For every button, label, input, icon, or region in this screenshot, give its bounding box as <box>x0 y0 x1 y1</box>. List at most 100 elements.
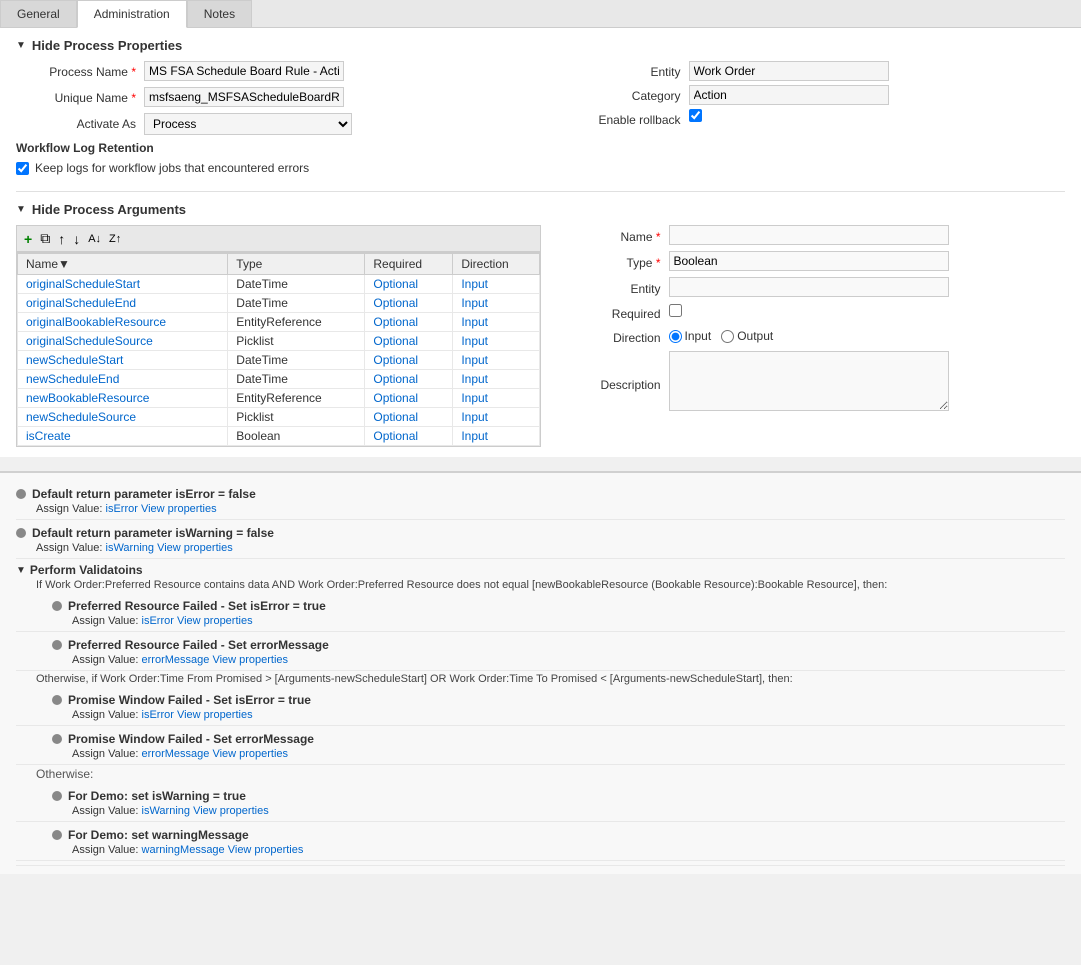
step-main-pref-errmsg: Preferred Resource Failed - Set errorMes… <box>52 636 1065 654</box>
enable-rollback-checkbox[interactable] <box>689 109 702 122</box>
table-row[interactable]: newBookableResource EntityReference Opti… <box>18 389 540 408</box>
view-props-demo-iswarning[interactable]: View properties <box>193 805 269 817</box>
step-row-promise-iserror: Promise Window Failed - Set isError = tr… <box>16 687 1065 726</box>
arg-required-cell: Optional <box>365 313 453 332</box>
arg-name-input[interactable] <box>669 225 949 245</box>
step-sub-iserror: Assign Value: isError View properties <box>16 503 1065 515</box>
arguments-right: Name * Type * Entity Requir <box>541 225 1066 447</box>
tab-bar: General Administration Notes <box>0 0 1081 28</box>
step-main-iswarning: Default return parameter isWarning = fal… <box>16 524 1065 542</box>
arg-direction-cell: Input <box>453 313 539 332</box>
arg-name-link[interactable]: newBookableResource <box>26 391 149 405</box>
view-props-iswarning[interactable]: View properties <box>157 542 233 554</box>
step-sub-pref-iserror: Assign Value: isError View properties <box>52 615 1065 627</box>
table-row[interactable]: newScheduleStart DateTime Optional Input <box>18 351 540 370</box>
workflow-log-label: Workflow Log Retention <box>16 141 541 155</box>
move-up-button[interactable]: ↑ <box>55 229 68 249</box>
arg-direction-output-radio[interactable] <box>721 330 734 343</box>
collapse-arrow-properties: ▼ <box>16 40 26 51</box>
tab-notes[interactable]: Notes <box>187 0 252 27</box>
arg-entity-wrapper <box>669 277 1066 297</box>
arg-type-cell: DateTime <box>228 351 365 370</box>
group-arrow-validations: ▼ <box>16 565 26 576</box>
tab-general[interactable]: General <box>0 0 77 27</box>
table-row[interactable]: originalBookableResource EntityReference… <box>18 313 540 332</box>
arguments-body: + ⧉ ↑ ↓ A↓ Z↑ Name▼ Type Required <box>16 225 1065 447</box>
step-dot-promise-errmsg <box>52 734 62 744</box>
col-name[interactable]: Name▼ <box>18 254 228 275</box>
view-props-pref-errmsg[interactable]: View properties <box>212 654 288 666</box>
step-row-pref-iserror: Preferred Resource Failed - Set isError … <box>16 593 1065 632</box>
arg-required-cell: Optional <box>365 351 453 370</box>
step-main-demo-iswarning: For Demo: set isWarning = true <box>52 787 1065 805</box>
tab-administration[interactable]: Administration <box>77 0 187 28</box>
arg-name-link[interactable]: newScheduleStart <box>26 353 123 367</box>
arg-name-link[interactable]: newScheduleSource <box>26 410 136 424</box>
step-dot-demo-warnmsg <box>52 830 62 840</box>
assign-label-iserror: Assign Value: <box>36 503 106 515</box>
view-props-promise-iserror[interactable]: View properties <box>177 709 253 721</box>
category-input[interactable] <box>689 85 889 105</box>
table-row[interactable]: originalScheduleStart DateTime Optional … <box>18 275 540 294</box>
step-main-iserror: Default return parameter isError = false <box>16 485 1065 503</box>
arg-direction-input-radio[interactable] <box>669 330 682 343</box>
arg-direction-cell: Input <box>453 427 539 446</box>
col-required: Required <box>365 254 453 275</box>
process-name-input[interactable] <box>144 61 344 81</box>
table-row[interactable]: newScheduleSource Picklist Optional Inpu… <box>18 408 540 427</box>
add-argument-button[interactable]: + <box>21 229 35 249</box>
arg-required-wrapper <box>669 304 1066 320</box>
col-type: Type <box>228 254 365 275</box>
process-properties-header[interactable]: ▼ Hide Process Properties <box>16 38 1065 53</box>
arg-type-cell: Boolean <box>228 427 365 446</box>
workflow-log-checkbox[interactable] <box>16 162 29 175</box>
table-row[interactable]: originalScheduleEnd DateTime Optional In… <box>18 294 540 313</box>
arg-name-link[interactable]: originalBookableResource <box>26 315 166 329</box>
entity-label: Entity <box>561 61 681 81</box>
step-sub-demo-warnmsg: Assign Value: warningMessage View proper… <box>52 844 1065 856</box>
arg-form: Name * Type * Entity Requir <box>561 225 1066 414</box>
table-row[interactable]: isCreate Boolean Optional Input <box>18 427 540 446</box>
step-sub-promise-errmsg: Assign Value: errorMessage View properti… <box>52 748 1065 760</box>
view-props-iserror[interactable]: View properties <box>141 503 217 515</box>
arg-direction-cell: Input <box>453 370 539 389</box>
table-row[interactable]: originalScheduleSource Picklist Optional… <box>18 332 540 351</box>
arg-name-link[interactable]: isCreate <box>26 429 71 443</box>
arg-required-checkbox[interactable] <box>669 304 682 317</box>
category-row: Category <box>561 85 1066 105</box>
step-row-demo-warnmsg: For Demo: set warningMessage Assign Valu… <box>16 822 1065 861</box>
arguments-header[interactable]: ▼ Hide Process Arguments <box>16 202 1065 217</box>
arguments-title: Hide Process Arguments <box>32 202 186 217</box>
otherwise-label: Otherwise: <box>16 765 1065 783</box>
copy-argument-button[interactable]: ⧉ <box>37 228 53 249</box>
assign-label-iswarning: Assign Value: <box>36 542 106 554</box>
arg-type-input[interactable] <box>669 251 949 271</box>
unique-name-input-wrapper <box>144 87 541 107</box>
view-props-promise-errmsg[interactable]: View properties <box>212 748 288 760</box>
arg-description-textarea[interactable] <box>669 351 949 411</box>
move-down-button[interactable]: ↓ <box>70 229 83 249</box>
sort-az-button[interactable]: A↓ <box>85 231 104 247</box>
sort-za-button[interactable]: Z↑ <box>106 231 124 247</box>
step-title-pref-errmsg: Preferred Resource Failed - Set errorMes… <box>68 638 329 652</box>
view-props-demo-warnmsg[interactable]: View properties <box>228 844 304 856</box>
arg-type-cell: EntityReference <box>228 389 365 408</box>
category-input-wrapper <box>689 85 1066 105</box>
arg-name-link[interactable]: newScheduleEnd <box>26 372 119 386</box>
arg-type-cell: Picklist <box>228 408 365 427</box>
view-props-pref-iserror[interactable]: View properties <box>177 615 253 627</box>
arg-entity-input[interactable] <box>669 277 949 297</box>
arg-name-link[interactable]: originalScheduleStart <box>26 277 140 291</box>
arg-name-link[interactable]: originalScheduleEnd <box>26 296 136 310</box>
step-main-promise-errmsg: Promise Window Failed - Set errorMessage <box>52 730 1065 748</box>
unique-name-row: Unique Name * <box>16 87 541 107</box>
arg-required-label: Required <box>561 303 661 321</box>
step-title-iserror: Default return parameter isError = false <box>32 487 256 501</box>
activate-as-select[interactable]: Process <box>144 113 352 135</box>
step-title-demo-iswarning: For Demo: set isWarning = true <box>68 789 246 803</box>
arg-name-link[interactable]: originalScheduleSource <box>26 334 153 348</box>
entity-input[interactable] <box>689 61 889 81</box>
unique-name-input[interactable] <box>144 87 344 107</box>
if-condition-2: Otherwise, if Work Order:Time From Promi… <box>16 671 1065 687</box>
table-row[interactable]: newScheduleEnd DateTime Optional Input <box>18 370 540 389</box>
